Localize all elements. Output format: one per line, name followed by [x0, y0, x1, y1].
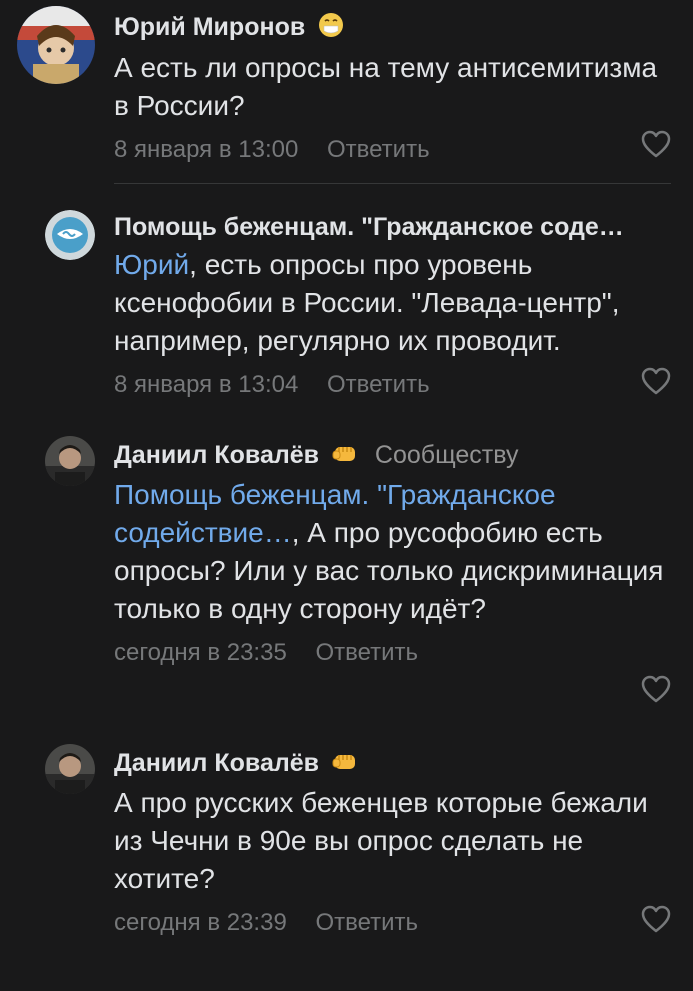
- comment-time: сегодня в 23:39: [114, 908, 287, 936]
- comment-author[interactable]: Помощь беженцам. "Гражданское соде…: [114, 213, 624, 241]
- like-heart-icon[interactable]: [641, 367, 671, 395]
- avatar[interactable]: [45, 744, 95, 794]
- comment-time: 8 января в 13:00: [114, 136, 299, 163]
- comment-text: А есть ли опросы на тему антисемитизма в…: [114, 52, 658, 121]
- comment-time: сегодня в 23:35: [114, 638, 287, 666]
- comment-author[interactable]: Юрий Миронов: [114, 13, 305, 41]
- mask-face-emoji-icon: [318, 12, 344, 45]
- fist-emoji-icon: [332, 441, 358, 472]
- comment-time: 8 января в 13:04: [114, 371, 299, 398]
- reply-button[interactable]: Ответить: [315, 639, 418, 666]
- comment-text: , есть опросы про уровень ксенофобии в Р…: [114, 249, 620, 356]
- like-heart-icon[interactable]: [641, 905, 671, 933]
- fist-emoji-icon: [332, 749, 358, 780]
- reply-button[interactable]: Ответить: [327, 136, 430, 163]
- reply-button[interactable]: Ответить: [327, 371, 430, 398]
- divider: [114, 183, 671, 184]
- comment-author[interactable]: Даниил Ковалёв: [114, 749, 319, 777]
- comment-author[interactable]: Даниил Ковалёв: [114, 441, 319, 469]
- avatar[interactable]: [45, 210, 95, 260]
- like-heart-icon[interactable]: [641, 130, 671, 158]
- avatar[interactable]: [45, 436, 95, 486]
- comment-text: А про русских беженцев которые бежали из…: [114, 786, 648, 894]
- avatar[interactable]: [17, 6, 95, 84]
- reply-to-label: Сообществу: [374, 441, 519, 469]
- reply-button[interactable]: Ответить: [315, 909, 418, 936]
- mention-link[interactable]: Юрий: [114, 249, 189, 280]
- like-heart-icon[interactable]: [641, 675, 671, 703]
